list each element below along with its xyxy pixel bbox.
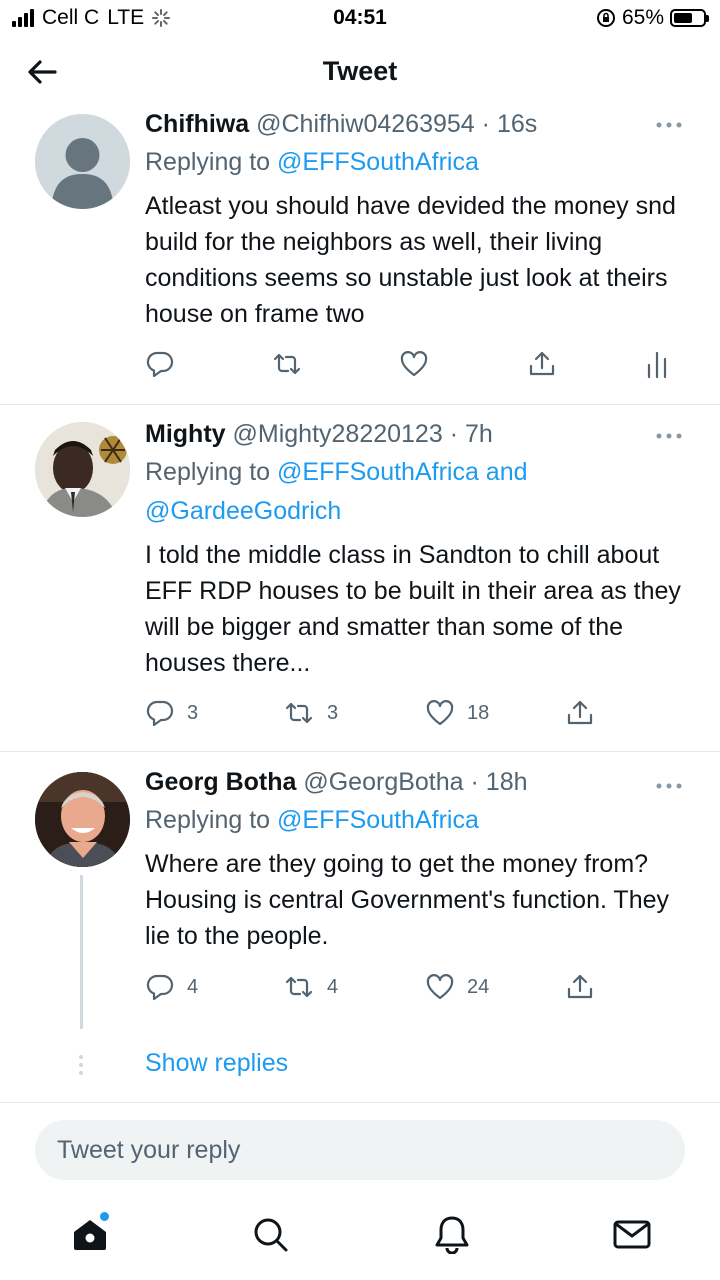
display-name[interactable]: Georg Botha (145, 768, 296, 796)
retweet-count: 3 (327, 701, 339, 724)
like-button[interactable]: 24 (425, 969, 489, 1005)
divider (0, 404, 720, 405)
reply-button[interactable]: 4 (145, 969, 198, 1005)
page-title: Tweet (322, 56, 398, 86)
bottom-nav (0, 1200, 720, 1280)
default-avatar-icon (35, 114, 130, 209)
display-name[interactable]: Chifhiwa (145, 110, 249, 138)
tweet-meta: Mighty @Mighty28220123 · 7h (145, 420, 695, 449)
retweet-count: 4 (327, 975, 339, 998)
tweet-time: · 16s (481, 110, 538, 138)
show-replies-link[interactable]: Show replies (145, 1049, 288, 1078)
retweet-button[interactable] (271, 346, 315, 382)
tweet-text: Where are they going to get the money fr… (145, 850, 670, 950)
tweet-content: Mighty @Mighty28220123 · 7h Replying to … (145, 420, 695, 681)
retweet-icon (285, 976, 313, 998)
reply-icon (146, 351, 174, 378)
heart-icon (426, 700, 454, 726)
tweet-meta: Chifhiwa @Chifhiw04263954 · 16s (145, 110, 695, 139)
replying-to: Replying to @EFFSouthAfrica (145, 143, 695, 182)
share-button[interactable] (565, 695, 595, 731)
battery-fill (674, 13, 693, 23)
notifications-icon[interactable] (432, 1214, 472, 1254)
tweet-text: Atleast you should have devided the mone… (145, 192, 676, 328)
like-button[interactable] (399, 346, 441, 382)
reply-button[interactable] (145, 346, 187, 382)
messages-icon[interactable] (612, 1214, 652, 1254)
tweet[interactable]: Mighty @Mighty28220123 · 7h Replying to … (0, 415, 720, 751)
user-handle[interactable]: @GeorgBotha (303, 768, 463, 796)
replying-to: Replying to @EFFSouthAfrica (145, 801, 695, 840)
status-bar: Cell C LTE 04:51 65% (0, 0, 720, 40)
display-name[interactable]: Mighty (145, 420, 226, 448)
share-icon (567, 974, 593, 999)
share-button[interactable] (565, 969, 595, 1005)
replying-prefix: Replying to (145, 458, 271, 486)
header: Tweet (0, 44, 720, 100)
replying-prefix: Replying to (145, 806, 271, 834)
search-icon[interactable] (250, 1214, 290, 1254)
tweet-text: I told the middle class in Sandton to ch… (145, 541, 681, 677)
share-icon (529, 351, 555, 376)
avatar[interactable] (35, 772, 130, 867)
tweet-meta: Georg Botha @GeorgBotha · 18h (145, 768, 695, 797)
tweet-actions: 4 4 24 (145, 969, 685, 1005)
battery-percent: 65% (621, 6, 664, 29)
share-icon (567, 700, 593, 725)
more-options-icon[interactable] (654, 781, 684, 791)
retweet-button[interactable]: 3 (283, 695, 338, 731)
mention-link[interactable]: @EFFSouthAfrica (277, 148, 479, 176)
tweet-content: Georg Botha @GeorgBotha · 18h Replying t… (145, 768, 695, 954)
tweet-time: · 18h (470, 768, 528, 796)
more-options-icon[interactable] (654, 120, 684, 130)
analytics-icon (647, 351, 667, 379)
tweet-actions: 3 3 18 (145, 695, 685, 731)
thread-line (80, 875, 83, 1029)
heart-icon (400, 351, 428, 377)
reply-icon (146, 700, 174, 727)
replying-to: Replying to @EFFSouthAfrica and @GardeeG… (145, 453, 695, 531)
profile-photo-icon (35, 422, 130, 517)
retweet-icon (285, 702, 313, 724)
tweet-actions (145, 346, 685, 382)
avatar[interactable] (35, 114, 130, 209)
thread-dots (79, 1055, 83, 1075)
divider (0, 1102, 720, 1103)
share-button[interactable] (527, 346, 557, 382)
like-button[interactable]: 18 (425, 695, 489, 731)
tweet[interactable]: Georg Botha @GeorgBotha · 18h Replying t… (0, 763, 720, 1093)
battery-icon (670, 9, 709, 27)
reply-icon (146, 974, 174, 1001)
tweet-content: Chifhiwa @Chifhiw04263954 · 16s Replying… (145, 110, 695, 332)
user-handle[interactable]: @Chifhiw04263954 (256, 110, 475, 138)
heart-icon (426, 974, 454, 1000)
analytics-button[interactable] (645, 346, 669, 382)
status-right: 65% (596, 6, 709, 30)
retweet-icon (273, 353, 301, 375)
replying-prefix: Replying to (145, 148, 271, 176)
like-count: 24 (467, 975, 490, 998)
reply-count: 3 (187, 701, 199, 724)
retweet-button[interactable]: 4 (283, 969, 338, 1005)
like-count: 18 (467, 701, 490, 724)
reply-button[interactable]: 3 (145, 695, 198, 731)
divider (0, 751, 720, 752)
tweet[interactable]: Chifhiwa @Chifhiw04263954 · 16s Replying… (0, 108, 720, 404)
reply-input[interactable] (35, 1120, 685, 1180)
mention-link[interactable]: @EFFSouthAfrica (277, 806, 479, 834)
reply-count: 4 (187, 975, 199, 998)
avatar[interactable] (35, 422, 130, 517)
orientation-lock-icon (596, 9, 615, 27)
tweet-time: · 7h (449, 420, 493, 448)
user-handle[interactable]: @Mighty28220123 (233, 420, 443, 448)
notification-dot (100, 1212, 109, 1221)
profile-photo-icon (35, 772, 130, 867)
more-options-icon[interactable] (654, 431, 684, 441)
